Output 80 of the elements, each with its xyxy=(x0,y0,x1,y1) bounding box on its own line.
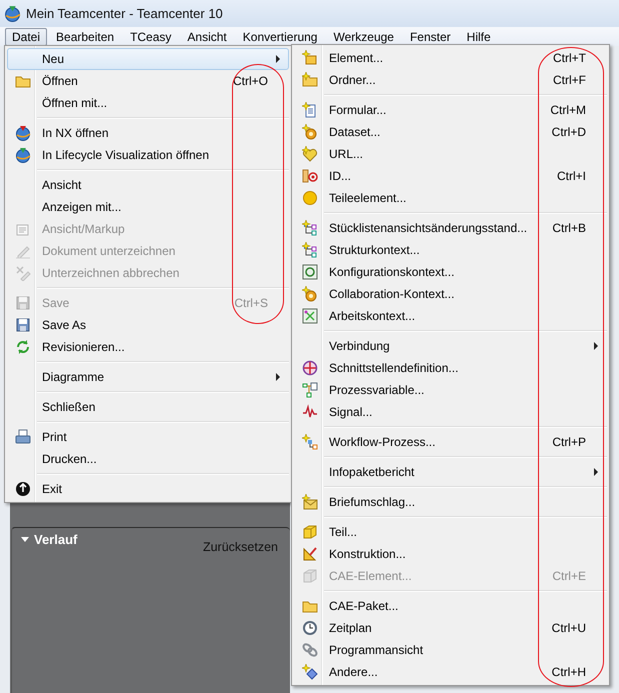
menu-bar-item[interactable]: Hilfe xyxy=(460,28,498,46)
menu-bar-item[interactable]: Bearbeiten xyxy=(49,28,122,46)
menu-bar-item[interactable]: Werkzeuge xyxy=(326,28,401,46)
cross-icon xyxy=(15,265,31,281)
menu-item[interactable]: Signal... xyxy=(294,401,607,423)
menu-item[interactable]: Drucken... xyxy=(7,448,289,470)
envelope-star-icon xyxy=(302,494,318,510)
hierarchy-star-icon xyxy=(302,220,318,236)
menu-item[interactable]: Konfigurationskontext... xyxy=(294,261,607,283)
menu-item[interactable]: ID... Ctrl+I xyxy=(294,165,607,187)
document-star-icon xyxy=(302,102,318,118)
menu-item[interactable]: Briefumschlag... xyxy=(294,491,607,513)
menu-item[interactable]: Neu xyxy=(7,48,289,70)
menu-item[interactable]: Workflow-Prozess... Ctrl+P xyxy=(294,431,607,453)
printer-icon xyxy=(15,429,31,445)
menu-item[interactable]: Schließen xyxy=(7,396,289,418)
framed-cross-icon xyxy=(302,308,318,324)
menu-item[interactable]: Teileelement... xyxy=(294,187,607,209)
menu-item[interactable]: Strukturkontext... xyxy=(294,239,607,261)
circle-icon xyxy=(302,190,318,206)
menu-item[interactable]: Collaboration-Kontext... xyxy=(294,283,607,305)
framed-circle-icon xyxy=(302,264,318,280)
cube-icon xyxy=(302,568,318,584)
menu-item[interactable]: Print xyxy=(7,426,289,448)
menu-bar-item[interactable]: Datei xyxy=(5,28,48,46)
menu-item[interactable]: In NX öffnen xyxy=(7,122,289,144)
folder-star-icon xyxy=(302,72,318,88)
diamond-star-icon xyxy=(302,664,318,680)
menu-item[interactable]: Andere... Ctrl+H xyxy=(294,661,607,683)
menu-item[interactable]: Schnittstellendefinition... xyxy=(294,357,607,379)
power-icon xyxy=(15,481,31,497)
heart-star-icon xyxy=(302,146,318,162)
menu-item[interactable]: Exit xyxy=(7,478,289,500)
menu-item[interactable]: Revisionieren... xyxy=(7,336,289,358)
expand-triangle-icon[interactable] xyxy=(21,537,29,542)
reset-link[interactable]: Zurücksetzen xyxy=(202,540,278,554)
menu-item[interactable]: Diagramme xyxy=(7,366,289,388)
menu-item[interactable]: Öffnen Ctrl+O xyxy=(7,70,289,92)
menu-item[interactable]: Prozessvariable... xyxy=(294,379,607,401)
menu-item[interactable]: Arbeitskontext... xyxy=(294,305,607,327)
menu-item[interactable]: Anzeigen mit... xyxy=(7,196,289,218)
menu-item[interactable]: Zeitplan Ctrl+U xyxy=(294,617,607,639)
window-title: Mein Teamcenter - Teamcenter 10 xyxy=(26,6,223,21)
globe-icon xyxy=(15,147,31,163)
menu-item[interactable]: Programmansicht xyxy=(294,639,607,661)
menu-bar-item[interactable]: Ansicht xyxy=(180,28,234,46)
flow-star-icon xyxy=(302,434,318,450)
menu-item[interactable]: Ordner... Ctrl+F xyxy=(294,69,607,91)
pulse-icon xyxy=(302,404,318,420)
menu-item[interactable]: Stücklistenansichtsänderungsstand... Ctrl+B xyxy=(294,217,607,239)
menu-item[interactable]: URL... xyxy=(294,143,607,165)
menu-item[interactable]: Verbindung xyxy=(294,335,607,357)
menu-item[interactable]: Formular... Ctrl+M xyxy=(294,99,607,121)
app-logo-icon xyxy=(4,5,21,22)
crosshair-icon xyxy=(302,360,318,376)
globe-icon xyxy=(15,125,31,141)
hierarchy-star-icon xyxy=(302,242,318,258)
tag-icon xyxy=(302,168,318,184)
menu-item[interactable]: In Lifecycle Visualization öffnen xyxy=(7,144,289,166)
nodes-icon xyxy=(302,382,318,398)
menu-item[interactable]: Ansicht xyxy=(7,174,289,196)
chain-icon xyxy=(302,642,318,658)
cube-icon xyxy=(302,524,318,540)
box-star-icon xyxy=(302,50,318,66)
menu-item[interactable]: Infopaketbericht xyxy=(294,461,607,483)
cog-star-icon xyxy=(302,124,318,140)
menu-item[interactable]: Öffnen mit... xyxy=(7,92,289,114)
menu-bar-item[interactable]: Fenster xyxy=(402,28,458,46)
menu-item[interactable]: CAE-Paket... xyxy=(294,595,607,617)
menu-item[interactable]: Konstruktion... xyxy=(294,543,607,565)
menu-item[interactable]: Save As xyxy=(7,314,289,336)
menu-item[interactable]: Dataset... Ctrl+D xyxy=(294,121,607,143)
clock-icon xyxy=(302,620,318,636)
panel-title: Verlauf xyxy=(34,532,78,547)
menu-item[interactable]: Teil... xyxy=(294,521,607,543)
menu-bar-item[interactable]: Konvertierung xyxy=(236,28,324,46)
refresh-icon xyxy=(15,339,31,355)
cog-star-icon xyxy=(302,286,318,302)
menu-bar-item[interactable]: TCeasy xyxy=(123,28,178,46)
menu-item[interactable]: Element... Ctrl+T xyxy=(294,47,607,69)
